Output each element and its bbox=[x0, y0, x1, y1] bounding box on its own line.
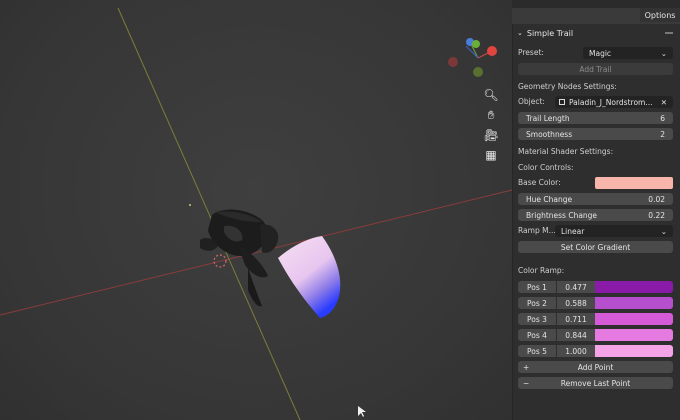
hue-change-row: Hue Change 0.02 bbox=[513, 192, 680, 206]
ramp-mode-row: Ramp M... Linear ⌄ bbox=[513, 224, 680, 238]
preset-row: Preset: Magic ⌄ bbox=[513, 46, 680, 60]
remove-last-point-button[interactable]: − Remove Last Point bbox=[518, 377, 673, 389]
ramp-point-swatch[interactable] bbox=[595, 345, 673, 357]
ramp-point-label: Pos 3 bbox=[518, 313, 556, 325]
brightness-change-row: Brightness Change 0.22 bbox=[513, 208, 680, 222]
brightness-change-label: Brightness Change bbox=[526, 210, 598, 220]
ramp-point-label: Pos 1 bbox=[518, 281, 556, 293]
mouse-pointer-icon bbox=[358, 406, 366, 417]
color-controls-heading: Color Controls: bbox=[518, 163, 574, 172]
preset-dropdown[interactable]: Magic ⌄ bbox=[583, 47, 673, 59]
add-point-row: + Add Point bbox=[513, 360, 680, 374]
grid-icon[interactable]: ▦ bbox=[482, 146, 500, 164]
color-controls-row: Color Controls: bbox=[513, 161, 680, 175]
ramp-point-row: Pos 3 0.711 bbox=[513, 312, 680, 326]
object-icon bbox=[559, 99, 565, 105]
ramp-point-value[interactable]: 1.000 bbox=[557, 345, 595, 357]
origin-dot bbox=[189, 204, 191, 206]
close-icon[interactable]: ✕ bbox=[661, 98, 667, 107]
material-heading-row: Material Shader Settings: bbox=[513, 145, 680, 159]
hand-icon[interactable]: ✋︎ bbox=[482, 106, 500, 124]
ramp-point-row: Pos 2 0.588 bbox=[513, 296, 680, 310]
preset-value: Magic bbox=[589, 48, 612, 58]
ramp-point-swatch[interactable] bbox=[595, 313, 673, 325]
object-field[interactable]: Paladin_J_Nordstrom... ✕ bbox=[555, 96, 673, 108]
ramp-point-value[interactable]: 0.711 bbox=[557, 313, 595, 325]
ramp-point-row: Pos 5 1.000 bbox=[513, 344, 680, 358]
ramp-point-label: Pos 5 bbox=[518, 345, 556, 357]
object-row: Object: Paladin_J_Nordstrom... ✕ bbox=[513, 95, 680, 109]
trail-length-label: Trail Length bbox=[526, 113, 570, 123]
character-model bbox=[200, 209, 279, 307]
chevron-down-icon[interactable]: ⌄ bbox=[517, 29, 523, 37]
brightness-change-field[interactable]: Brightness Change 0.22 bbox=[518, 209, 673, 221]
add-trail-row: Add Trail bbox=[513, 62, 680, 76]
remove-point-row: − Remove Last Point bbox=[513, 376, 680, 390]
ramp-point-label: Pos 4 bbox=[518, 329, 556, 341]
smoothness-value: 2 bbox=[660, 129, 665, 139]
add-point-label: Add Point bbox=[577, 362, 614, 372]
smoothness-field[interactable]: Smoothness 2 bbox=[518, 128, 673, 140]
navigation-gizmo[interactable] bbox=[448, 38, 497, 77]
add-trail-button[interactable]: Add Trail bbox=[518, 63, 673, 75]
ramp-point-row: Pos 4 0.844 bbox=[513, 328, 680, 342]
preset-label: Preset: bbox=[518, 48, 544, 57]
minus-icon: − bbox=[523, 378, 530, 388]
geometry-heading: Geometry Nodes Settings: bbox=[518, 82, 617, 91]
hue-change-field[interactable]: Hue Change 0.02 bbox=[518, 193, 673, 205]
ramp-mode-label: Ramp M... bbox=[518, 226, 556, 235]
add-point-button[interactable]: + Add Point bbox=[518, 361, 673, 373]
smoothness-label: Smoothness bbox=[526, 129, 573, 139]
ramp-point-swatch[interactable] bbox=[595, 329, 673, 341]
chevron-down-icon: ⌄ bbox=[660, 226, 667, 236]
base-color-label: Base Color: bbox=[518, 178, 561, 187]
scene-canvas bbox=[0, 7, 512, 420]
hue-change-label: Hue Change bbox=[526, 194, 573, 204]
ramp-point-value[interactable]: 0.477 bbox=[557, 281, 595, 293]
base-color-swatch[interactable] bbox=[595, 177, 673, 189]
object-value: Paladin_J_Nordstrom... bbox=[569, 97, 653, 107]
sidebar-panel: ⌄ Simple Trail Preset: Magic ⌄ Add Trail… bbox=[512, 24, 680, 420]
base-color-row: Base Color: bbox=[513, 176, 680, 190]
hue-change-value: 0.02 bbox=[648, 194, 665, 204]
geometry-heading-row: Geometry Nodes Settings: bbox=[513, 80, 680, 94]
3d-viewport[interactable]: 🔍︎ ✋︎ 🎥︎ ▦ bbox=[0, 0, 512, 420]
ramp-point-value[interactable]: 0.588 bbox=[557, 297, 595, 309]
panel-header[interactable]: ⌄ Simple Trail bbox=[513, 24, 680, 42]
ramp-mode-value: Linear bbox=[561, 226, 585, 236]
color-ramp-heading: Color Ramp: bbox=[518, 266, 565, 275]
set-color-gradient-button[interactable]: Set Color Gradient bbox=[518, 241, 673, 253]
set-gradient-row: Set Color Gradient bbox=[513, 240, 680, 254]
ramp-mode-dropdown[interactable]: Linear ⌄ bbox=[555, 225, 673, 237]
drag-grip-icon[interactable] bbox=[665, 32, 673, 34]
plus-icon: + bbox=[523, 362, 530, 372]
brightness-change-value: 0.22 bbox=[648, 210, 665, 220]
material-heading: Material Shader Settings: bbox=[518, 147, 614, 156]
color-ramp-heading-row: Color Ramp: bbox=[513, 264, 680, 278]
magnifier-icon[interactable]: 🔍︎ bbox=[482, 86, 500, 104]
camera-icon[interactable]: 🎥︎ bbox=[482, 126, 500, 144]
y-axis-line bbox=[117, 7, 301, 420]
trail-mesh bbox=[278, 236, 341, 318]
object-label: Object: bbox=[518, 97, 545, 106]
panel-title: Simple Trail bbox=[526, 28, 574, 38]
trail-length-value: 6 bbox=[660, 113, 665, 123]
smoothness-row: Smoothness 2 bbox=[513, 127, 680, 141]
ramp-point-row: Pos 1 0.477 bbox=[513, 280, 680, 294]
chevron-down-icon: ⌄ bbox=[660, 48, 667, 58]
ramp-point-swatch[interactable] bbox=[595, 297, 673, 309]
ramp-point-swatch[interactable] bbox=[595, 281, 673, 293]
trail-length-row: Trail Length 6 bbox=[513, 111, 680, 125]
trail-length-field[interactable]: Trail Length 6 bbox=[518, 112, 673, 124]
remove-point-label: Remove Last Point bbox=[560, 378, 631, 388]
ramp-point-label: Pos 2 bbox=[518, 297, 556, 309]
options-button[interactable]: Options bbox=[640, 8, 680, 22]
ramp-point-value[interactable]: 0.844 bbox=[557, 329, 595, 341]
